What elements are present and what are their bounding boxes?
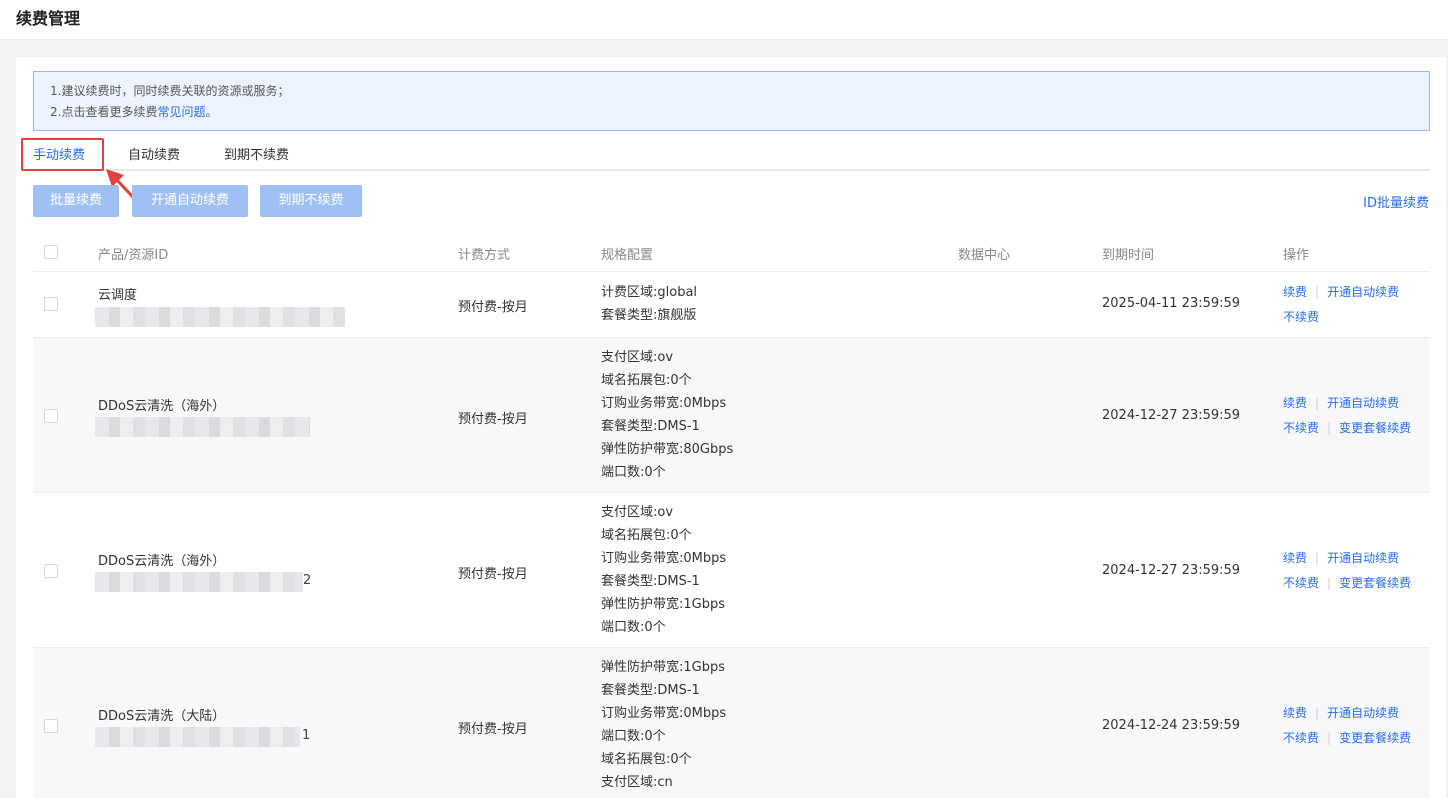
renew-link[interactable]: 续费 [1283, 551, 1307, 565]
table-header: 产品/资源ID 计费方式 规格配置 数据中心 到期时间 操作 [33, 232, 1430, 272]
expire-time: 2025-04-11 23:59:59 [1102, 296, 1241, 311]
product-name: DDoS云清洗（海外） [98, 554, 226, 569]
table-row: DDoS云清洗（大陆） 1 预付费-按月 弹性防护带宽:1Gbps 套餐类型:D… [33, 648, 1430, 798]
col-expire: 到期时间 [1102, 248, 1155, 263]
resource-id-blurred [95, 572, 303, 592]
row-checkbox[interactable] [44, 297, 58, 311]
spec-line: 订购业务带宽:0Mbps [601, 396, 727, 411]
renew-link[interactable]: 续费 [1283, 285, 1307, 299]
batch-renew-button[interactable]: 批量续费 [33, 185, 119, 217]
renewal-table: 产品/资源ID 计费方式 规格配置 数据中心 到期时间 操作 云调度 预付费-按… [33, 232, 1430, 798]
row-checkbox[interactable] [44, 719, 58, 733]
faq-link[interactable]: 常见问题 [157, 105, 205, 119]
table-row: DDoS云清洗（海外） 2 预付费-按月 支付区域:ov 域名拓展包:0个 订购… [33, 493, 1430, 648]
renew-link[interactable]: 续费 [1283, 396, 1307, 410]
spec-line: 支付区域:ov [601, 505, 674, 520]
product-name: 云调度 [98, 288, 138, 303]
auto-renew-link[interactable]: 开通自动续费 [1327, 706, 1399, 720]
row-actions: 续费 | 开通自动续费 不续费 | 变更套餐续费 [1283, 706, 1412, 745]
select-all-checkbox[interactable] [44, 245, 58, 259]
spec-config: 计费区域:global 套餐类型:旗舰版 [601, 281, 697, 327]
spec-line: 弹性防护带宽:80Gbps [601, 442, 734, 457]
expire-time: 2024-12-24 23:59:59 [1102, 718, 1241, 733]
row-checkbox[interactable] [44, 564, 58, 578]
change-package-renew-link[interactable]: 变更套餐续费 [1339, 421, 1411, 435]
enable-auto-renew-button[interactable]: 开通自动续费 [132, 185, 248, 217]
billing-mode: 预付费-按月 [458, 722, 528, 737]
spec-line: 套餐类型:旗舰版 [601, 308, 697, 323]
resource-id-suffix: 2 [303, 573, 312, 588]
resource-id-blurred [95, 727, 300, 747]
tab-bar: 手动续费 自动续费 到期不续费 [33, 138, 1430, 171]
spec-line: 弹性防护带宽:1Gbps [601, 660, 726, 675]
row-actions: 续费 | 开通自动续费 不续费 | 变更套餐续费 [1283, 551, 1412, 590]
resource-id-blurred [95, 417, 310, 437]
no-renew-link[interactable]: 不续费 [1283, 421, 1319, 435]
table-row: 云调度 预付费-按月 计费区域:global 套餐类型:旗舰版 2025-04-… [33, 272, 1430, 338]
resource-id-suffix: 1 [302, 728, 311, 743]
spec-line: 支付区域:ov [601, 350, 674, 365]
notice-line-2-text: 2.点击查看更多续费 [50, 105, 158, 119]
spec-line: 端口数:0个 [601, 729, 666, 744]
tab-auto-renew[interactable]: 自动续费 [128, 144, 180, 163]
row-checkbox[interactable] [44, 409, 58, 423]
page-title: 续费管理 [16, 9, 81, 28]
notice-line-2-end: 。 [205, 105, 218, 119]
col-actions: 操作 [1283, 248, 1310, 263]
spec-line: 订购业务带宽:0Mbps [601, 706, 727, 721]
no-renew-link[interactable]: 不续费 [1283, 576, 1319, 590]
product-name: DDoS云清洗（海外） [98, 399, 226, 414]
auto-renew-link[interactable]: 开通自动续费 [1327, 396, 1399, 410]
spec-line: 端口数:0个 [601, 465, 666, 480]
tab-no-renew[interactable]: 到期不续费 [224, 144, 289, 163]
col-billing: 计费方式 [458, 248, 511, 263]
billing-mode: 预付费-按月 [458, 412, 528, 427]
auto-renew-link[interactable]: 开通自动续费 [1327, 551, 1399, 565]
main-card: 1.建议续费时，同时续费关联的资源或服务； 2.点击查看更多续费常见问题。 手动… [16, 57, 1446, 798]
billing-mode: 预付费-按月 [458, 300, 528, 315]
id-batch-renew-link[interactable]: ID批量续费 [1363, 192, 1429, 211]
no-renew-button[interactable]: 到期不续费 [260, 185, 362, 217]
billing-mode: 预付费-按月 [458, 567, 528, 582]
spec-line: 订购业务带宽:0Mbps [601, 551, 727, 566]
spec-config: 弹性防护带宽:1Gbps 套餐类型:DMS-1 订购业务带宽:0Mbps 端口数… [601, 656, 726, 794]
product-name: DDoS云清洗（大陆） [98, 709, 226, 724]
expire-time: 2024-12-27 23:59:59 [1102, 563, 1241, 578]
spec-line: 套餐类型:DMS-1 [601, 683, 700, 698]
no-renew-link[interactable]: 不续费 [1283, 731, 1319, 745]
renew-link[interactable]: 续费 [1283, 706, 1307, 720]
spec-line: 域名拓展包:0个 [601, 373, 692, 388]
expire-time: 2024-12-27 23:59:59 [1102, 408, 1241, 423]
notice-line-2: 2.点击查看更多续费常见问题。 [50, 102, 1429, 123]
row-actions: 续费 | 开通自动续费 不续费 | 变更套餐续费 [1283, 396, 1412, 435]
col-datacenter: 数据中心 [958, 248, 1011, 263]
col-spec: 规格配置 [601, 248, 654, 263]
no-renew-link[interactable]: 不续费 [1283, 310, 1319, 324]
table-row: DDoS云清洗（海外） 预付费-按月 支付区域:ov 域名拓展包:0个 订购业务… [33, 338, 1430, 493]
spec-line: 支付区域:cn [601, 775, 673, 790]
top-bar: 续费管理 [0, 0, 1448, 40]
spec-line: 套餐类型:DMS-1 [601, 574, 700, 589]
notice-banner: 1.建议续费时，同时续费关联的资源或服务； 2.点击查看更多续费常见问题。 [33, 71, 1430, 131]
spec-line: 域名拓展包:0个 [601, 528, 692, 543]
spec-config: 支付区域:ov 域名拓展包:0个 订购业务带宽:0Mbps 套餐类型:DMS-1… [601, 501, 726, 639]
resource-id-blurred [95, 307, 345, 327]
row-actions: 续费 | 开通自动续费 不续费 [1283, 285, 1400, 324]
change-package-renew-link[interactable]: 变更套餐续费 [1339, 731, 1411, 745]
change-package-renew-link[interactable]: 变更套餐续费 [1339, 576, 1411, 590]
col-product: 产品/资源ID [98, 248, 169, 263]
spec-line: 弹性防护带宽:1Gbps [601, 597, 726, 612]
spec-line: 套餐类型:DMS-1 [601, 419, 700, 434]
spec-line: 端口数:0个 [601, 620, 666, 635]
notice-line-1: 1.建议续费时，同时续费关联的资源或服务； [50, 84, 290, 98]
spec-line: 计费区域:global [601, 285, 698, 300]
highlight-box [21, 138, 104, 171]
auto-renew-link[interactable]: 开通自动续费 [1327, 285, 1399, 299]
spec-config: 支付区域:ov 域名拓展包:0个 订购业务带宽:0Mbps 套餐类型:DMS-1… [601, 346, 733, 484]
spec-line: 域名拓展包:0个 [601, 752, 692, 767]
